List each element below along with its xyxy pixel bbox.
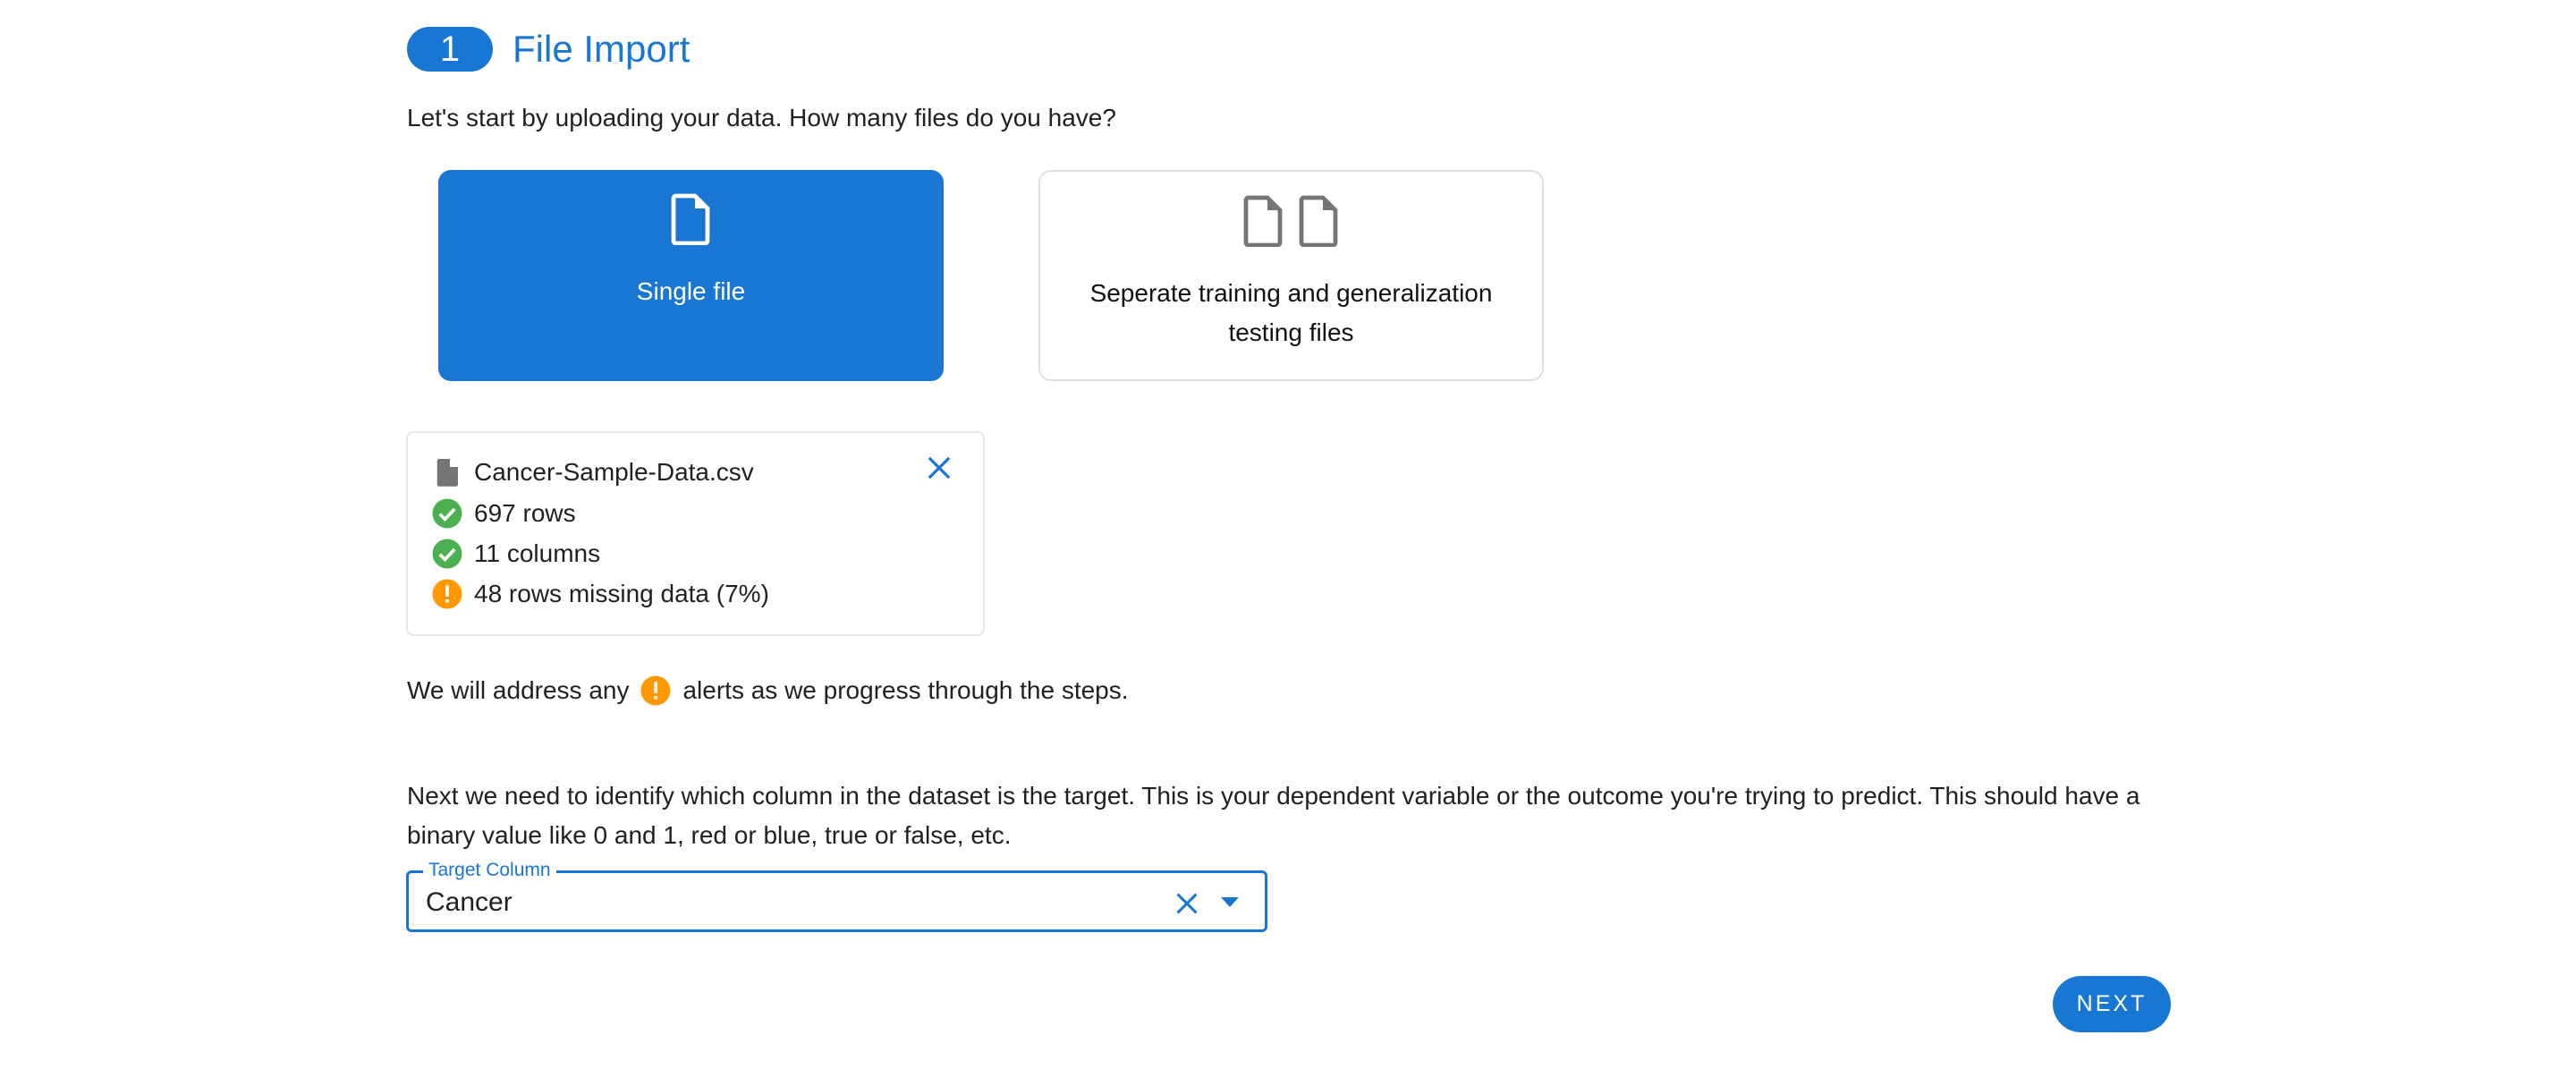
target-column-value: Cancer: [426, 887, 513, 917]
rows-check-row: 697 rows: [431, 496, 576, 531]
alert-note-before: We will address any: [407, 676, 630, 704]
file-name-row: Cancer-Sample-Data.csv: [431, 454, 754, 490]
remove-file-button[interactable]: [926, 454, 953, 481]
clear-selection-button[interactable]: [1174, 891, 1199, 916]
missing-data-text: 48 rows missing data (7%): [474, 580, 769, 607]
step-header: 1 File Import: [407, 27, 690, 72]
step-title: File Import: [513, 28, 691, 70]
dropdown-toggle[interactable]: [1221, 897, 1239, 908]
alert-circle-icon: [431, 578, 463, 610]
single-file-label: Single file: [636, 277, 746, 305]
target-column-label: Target Column: [423, 859, 556, 882]
file-summary-card: Cancer-Sample-Data.csv 697 rows 11 colum…: [406, 431, 985, 636]
file-icon: [1298, 195, 1341, 247]
alert-circle-icon: [640, 675, 672, 707]
file-icon: [1242, 195, 1285, 247]
check-circle-icon: [431, 497, 463, 530]
close-icon: [928, 456, 951, 479]
separate-files-option[interactable]: Seperate training and generalization tes…: [1038, 170, 1544, 381]
target-column-select[interactable]: Target Column Cancer: [406, 859, 1267, 932]
target-instructions: Next we need to identify which column in…: [407, 782, 2140, 849]
columns-check-row: 11 columns: [431, 536, 600, 572]
separate-files-label: Seperate training and generalization tes…: [1089, 279, 1493, 346]
close-icon: [1176, 893, 1198, 914]
check-circle-icon: [431, 538, 463, 570]
missing-data-row: 48 rows missing data (7%): [431, 576, 769, 612]
caret-down-icon: [1221, 897, 1239, 907]
single-file-option[interactable]: Single file: [438, 170, 944, 381]
file-icon: [670, 193, 713, 245]
intro-text: Let's start by uploading your data. How …: [407, 104, 1116, 132]
next-button[interactable]: NEXT: [2053, 976, 2171, 1032]
rows-count: 697 rows: [474, 499, 576, 527]
alert-note: We will address any alerts as we progres…: [407, 673, 1129, 708]
step-number-badge: 1: [407, 27, 493, 72]
alert-note-after: alerts as we progress through the steps.: [682, 676, 1129, 704]
file-name: Cancer-Sample-Data.csv: [474, 458, 754, 486]
file-icon: [431, 456, 463, 488]
columns-count: 11 columns: [474, 539, 601, 567]
